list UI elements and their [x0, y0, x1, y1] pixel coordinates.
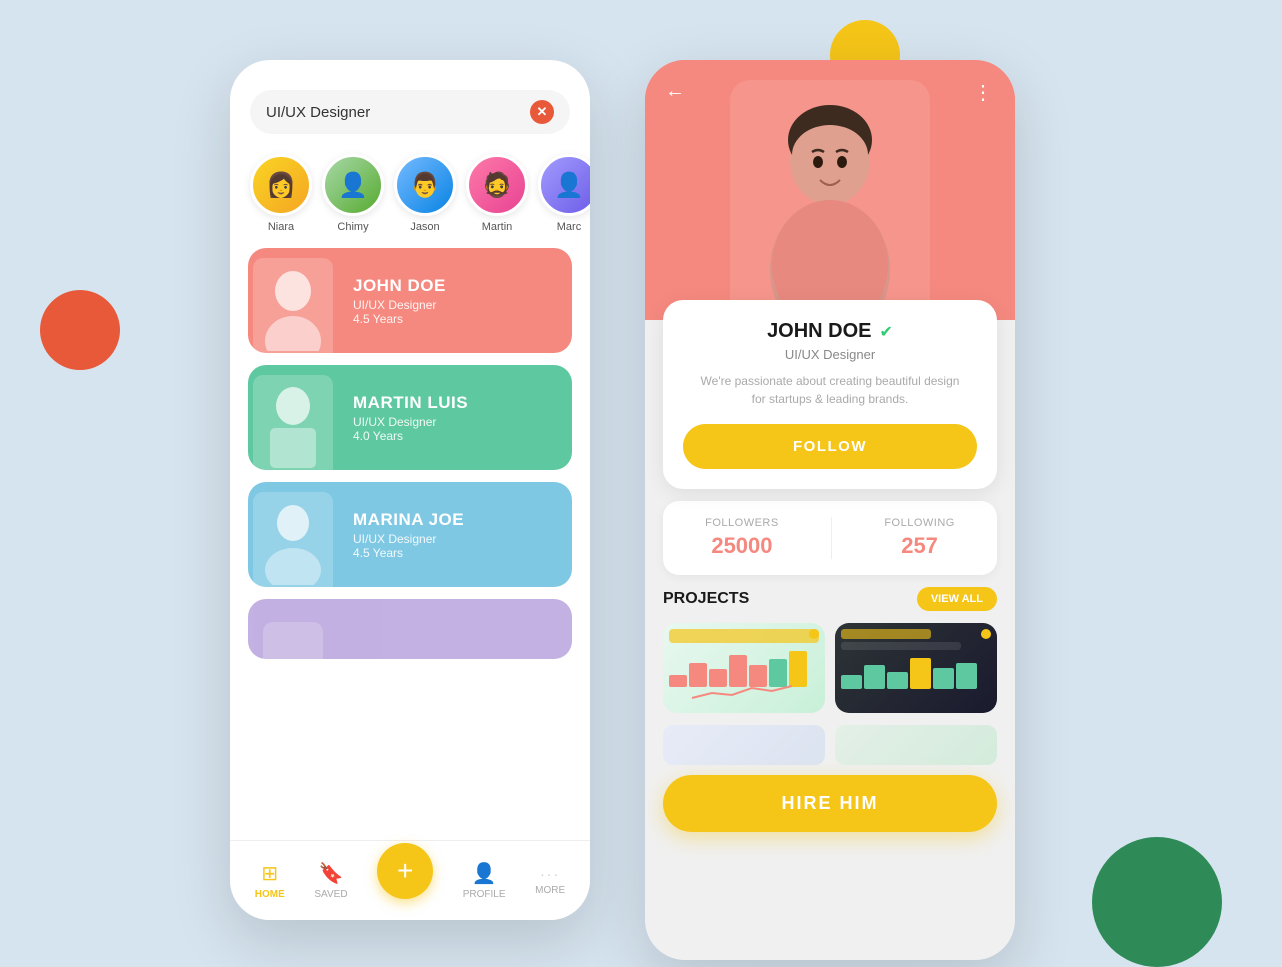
avatar-chimy[interactable]: 👤 Chimy: [322, 154, 384, 233]
avatar-row: 👩 Niara 👤 Chimy 👨 Jason 🧔 Martin 👤 Marc: [230, 149, 590, 248]
phone-left: ✕ 👩 Niara 👤 Chimy 👨 Jason 🧔 Martin 👤 Mar…: [230, 60, 590, 920]
more-options-button[interactable]: ⋮: [973, 80, 995, 105]
card-partial[interactable]: [248, 599, 572, 659]
decorative-green-circle: [1092, 837, 1222, 967]
nav-profile-label: PROFILE: [463, 889, 506, 900]
phone-right: ← ⋮ JOHN: [645, 60, 1015, 960]
saved-icon: 🔖: [319, 861, 344, 886]
project-dot-yellow-2: [981, 629, 991, 639]
card-info-john: JOHN DOE UI/UX Designer 4.5 Years: [338, 276, 461, 326]
person-image-martin: [253, 375, 333, 470]
avatar-label-niara: Niara: [268, 221, 294, 233]
avatar-label-martin: Martin: [482, 221, 513, 233]
verified-icon: ✔: [880, 322, 893, 342]
avatar-circle-jason: 👨: [394, 154, 456, 216]
card-avatar-john: [248, 248, 338, 353]
avatar-circle-martin: 🧔: [466, 154, 528, 216]
card-martin-luis[interactable]: MARTIN LUIS UI/UX Designer 4.0 Years: [248, 365, 572, 470]
avatar-jason[interactable]: 👨 Jason: [394, 154, 456, 233]
nav-saved-label: SAVED: [314, 889, 347, 900]
following-count: 257: [901, 533, 938, 559]
avatar-marc[interactable]: 👤 Marc: [538, 154, 590, 233]
avatar-niara[interactable]: 👩 Niara: [250, 154, 312, 233]
nav-more[interactable]: ··· MORE: [535, 866, 565, 896]
card-exp-john: 4.5 Years: [353, 312, 446, 326]
avatar-label-jason: Jason: [410, 221, 439, 233]
nav-saved[interactable]: 🔖 SAVED: [314, 861, 347, 900]
following-stat: FOLLOWING 257: [884, 517, 955, 559]
card-role-marina: UI/UX Designer: [353, 532, 464, 546]
card-exp-martin: 4.0 Years: [353, 429, 468, 443]
clear-search-button[interactable]: ✕: [530, 100, 554, 124]
avatar-circle-niara: 👩: [250, 154, 312, 216]
stats-row: FOLLOWERS 25000 FOLLOWING 257: [663, 501, 997, 575]
home-icon: ⊞: [261, 861, 278, 886]
profile-card: JOHN DOE ✔ UI/UX Designer We're passiona…: [663, 300, 997, 489]
projects-title: PROJECTS: [663, 590, 749, 608]
profile-bio: We're passionate about creating beautifu…: [683, 372, 977, 408]
profile-photo: [730, 80, 930, 320]
more-icon: ···: [540, 866, 560, 882]
card-marina-joe[interactable]: MARINA JOE UI/UX Designer 4.5 Years: [248, 482, 572, 587]
stat-divider: [831, 517, 832, 559]
card-role-martin: UI/UX Designer: [353, 415, 468, 429]
nav-home-label: HOME: [255, 889, 285, 900]
card-name-marina: MARINA JOE: [353, 510, 464, 530]
bottom-nav: ⊞ HOME 🔖 SAVED + 👤 PROFILE ··· MORE: [230, 840, 590, 920]
card-name-martin: MARTIN LUIS: [353, 393, 468, 413]
avatar-martin[interactable]: 🧔 Martin: [466, 154, 528, 233]
decorative-orange-circle: [40, 290, 120, 370]
followers-count: 25000: [711, 533, 772, 559]
followers-label: FOLLOWERS: [705, 517, 779, 529]
hire-button[interactable]: HIRE HIM: [663, 775, 997, 832]
profile-header: ← ⋮: [645, 60, 1015, 320]
avatar-circle-marc: 👤: [538, 154, 590, 216]
nav-profile[interactable]: 👤 PROFILE: [463, 861, 506, 900]
profile-icon: 👤: [472, 861, 497, 886]
card-exp-marina: 4.5 Years: [353, 546, 464, 560]
search-bar: ✕: [250, 90, 570, 134]
avatar-label-marc: Marc: [557, 221, 581, 233]
back-button[interactable]: ←: [665, 80, 685, 103]
person-image-marina: [253, 492, 333, 587]
projects-grid: [663, 623, 997, 713]
view-all-button[interactable]: VIEW ALL: [917, 587, 997, 611]
profile-name: JOHN DOE: [767, 320, 871, 343]
card-avatar-partial: [248, 599, 338, 659]
projects-header: PROJECTS VIEW ALL: [663, 587, 997, 611]
card-info-martin: MARTIN LUIS UI/UX Designer 4.0 Years: [338, 393, 483, 443]
profile-role: UI/UX Designer: [683, 347, 977, 362]
hire-area: HIRE HIM: [645, 713, 1015, 844]
following-label: FOLLOWING: [884, 517, 955, 529]
avatar-label-chimy: Chimy: [337, 221, 368, 233]
project-dot-yellow-1: [809, 629, 819, 639]
project-thumb-2[interactable]: [835, 623, 997, 713]
card-john-doe[interactable]: JOHN DOE UI/UX Designer 4.5 Years: [248, 248, 572, 353]
card-avatar-martin: [248, 365, 338, 470]
card-name-john: JOHN DOE: [353, 276, 446, 296]
profile-name-row: JOHN DOE ✔: [683, 320, 977, 343]
search-area: ✕: [230, 60, 590, 149]
card-info-marina: MARINA JOE UI/UX Designer 4.5 Years: [338, 510, 479, 560]
avatar-circle-chimy: 👤: [322, 154, 384, 216]
cards-area: JOHN DOE UI/UX Designer 4.5 Years MARTIN…: [230, 248, 590, 840]
card-role-john: UI/UX Designer: [353, 298, 446, 312]
search-input[interactable]: [266, 104, 522, 121]
followers-stat: FOLLOWERS 25000: [705, 517, 779, 559]
follow-button[interactable]: FOLLOW: [683, 424, 977, 469]
project-thumb-1[interactable]: [663, 623, 825, 713]
person-image-john: [253, 258, 333, 353]
projects-section: PROJECTS VIEW ALL: [645, 587, 1015, 713]
card-avatar-marina: [248, 482, 338, 587]
fab-add-button[interactable]: +: [377, 843, 433, 899]
nav-home[interactable]: ⊞ HOME: [255, 861, 285, 900]
nav-more-label: MORE: [535, 885, 565, 896]
